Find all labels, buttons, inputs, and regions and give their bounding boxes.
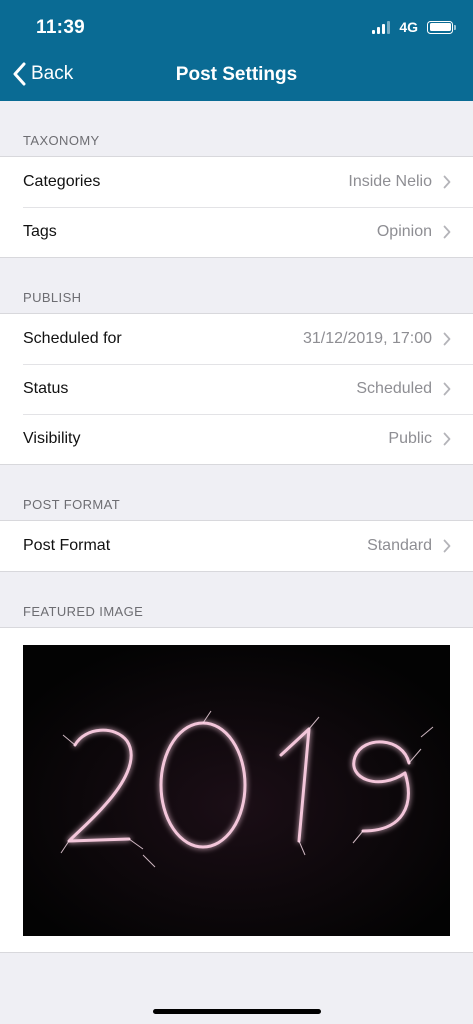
row-value: Opinion	[376, 223, 432, 240]
battery-icon	[427, 20, 456, 34]
status-indicators: 4G	[372, 19, 456, 35]
chevron-right-icon	[443, 432, 451, 446]
row-label: Post Format	[23, 537, 111, 554]
row-value: Public	[388, 430, 432, 447]
navigation-bar: Back Post Settings	[0, 56, 473, 101]
section-header-featured-image: FEATURED IMAGE	[0, 572, 473, 628]
row-label: Categories	[23, 173, 101, 190]
home-indicator[interactable]	[153, 1009, 321, 1014]
chevron-right-icon	[443, 175, 451, 189]
chevron-right-icon	[443, 382, 451, 396]
row-visibility[interactable]: Visibility Public	[0, 414, 473, 464]
row-scheduled-for[interactable]: Scheduled for 31/12/2019, 17:00	[0, 314, 473, 364]
row-value: Inside Nelio	[348, 173, 432, 190]
featured-image[interactable]: 2019	[23, 645, 450, 936]
row-status[interactable]: Status Scheduled	[0, 364, 473, 414]
app-header: 11:39 4G Back Post Settings	[0, 0, 473, 101]
row-label: Scheduled for	[23, 330, 122, 347]
row-value: Scheduled	[356, 380, 432, 397]
row-value: 31/12/2019, 17:00	[302, 330, 432, 347]
chevron-right-icon	[443, 539, 451, 553]
network-type: 4G	[399, 19, 418, 35]
status-bar: 11:39 4G	[0, 0, 473, 56]
chevron-right-icon	[443, 332, 451, 346]
row-post-format[interactable]: Post Format Standard	[0, 521, 473, 571]
row-tags[interactable]: Tags Opinion	[0, 207, 473, 257]
post-format-group: Post Format Standard	[0, 521, 473, 572]
row-categories[interactable]: Categories Inside Nelio	[0, 157, 473, 207]
row-label: Status	[23, 380, 69, 397]
row-value: Standard	[367, 537, 432, 554]
section-header-taxonomy: TAXONOMY	[0, 101, 473, 157]
page-title: Post Settings	[175, 64, 298, 85]
featured-image-group: 2019	[0, 628, 473, 953]
signal-icon	[372, 20, 391, 34]
section-header-publish: PUBLISH	[0, 258, 473, 314]
publish-group: Scheduled for 31/12/2019, 17:00 Status S…	[0, 314, 473, 465]
taxonomy-group: Categories Inside Nelio Tags Opinion	[0, 157, 473, 258]
row-label: Tags	[23, 223, 57, 240]
row-label: Visibility	[23, 430, 81, 447]
status-time: 11:39	[36, 17, 86, 38]
section-header-post-format: POST FORMAT	[0, 465, 473, 521]
chevron-right-icon	[443, 225, 451, 239]
